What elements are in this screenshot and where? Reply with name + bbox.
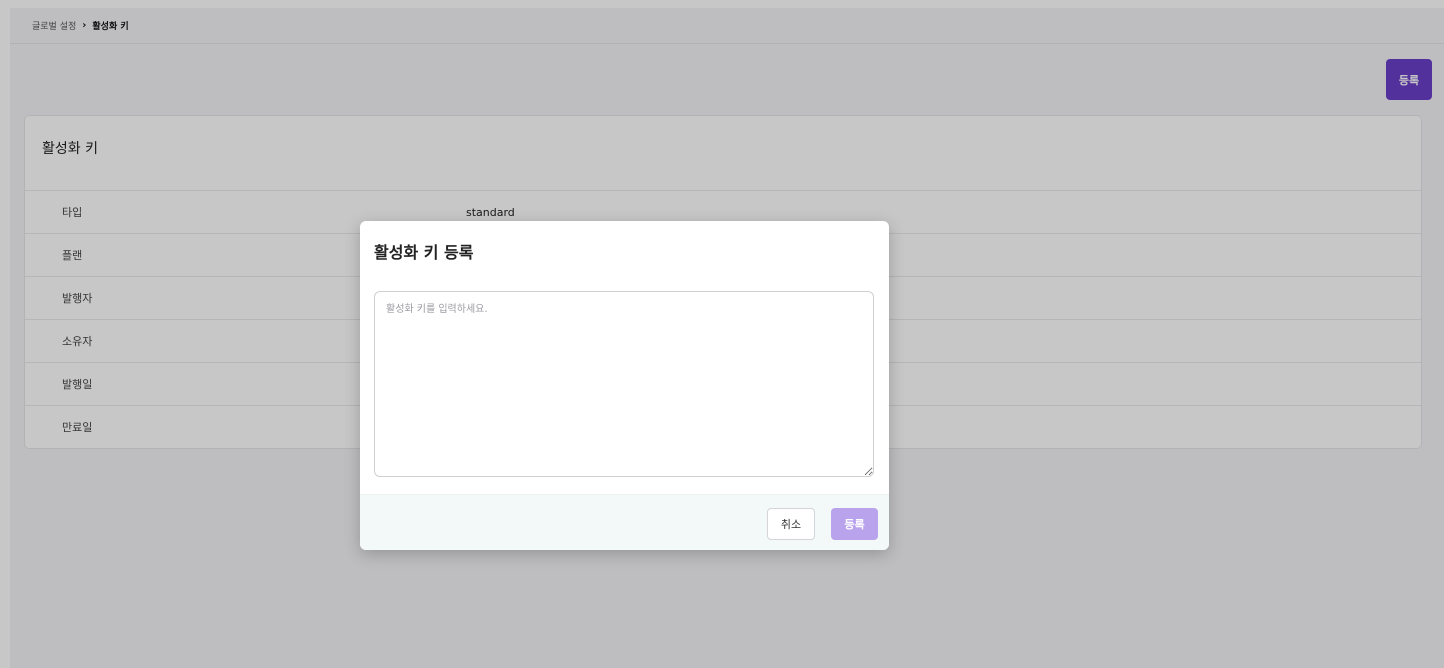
register-key-modal: 활성화 키 등록 취소 등록 [360, 221, 889, 550]
activation-key-textarea[interactable] [374, 291, 874, 477]
submit-button[interactable]: 등록 [831, 508, 878, 540]
cancel-button[interactable]: 취소 [767, 508, 815, 540]
modal-title: 활성화 키 등록 [374, 243, 474, 262]
modal-footer: 취소 등록 [360, 494, 889, 550]
